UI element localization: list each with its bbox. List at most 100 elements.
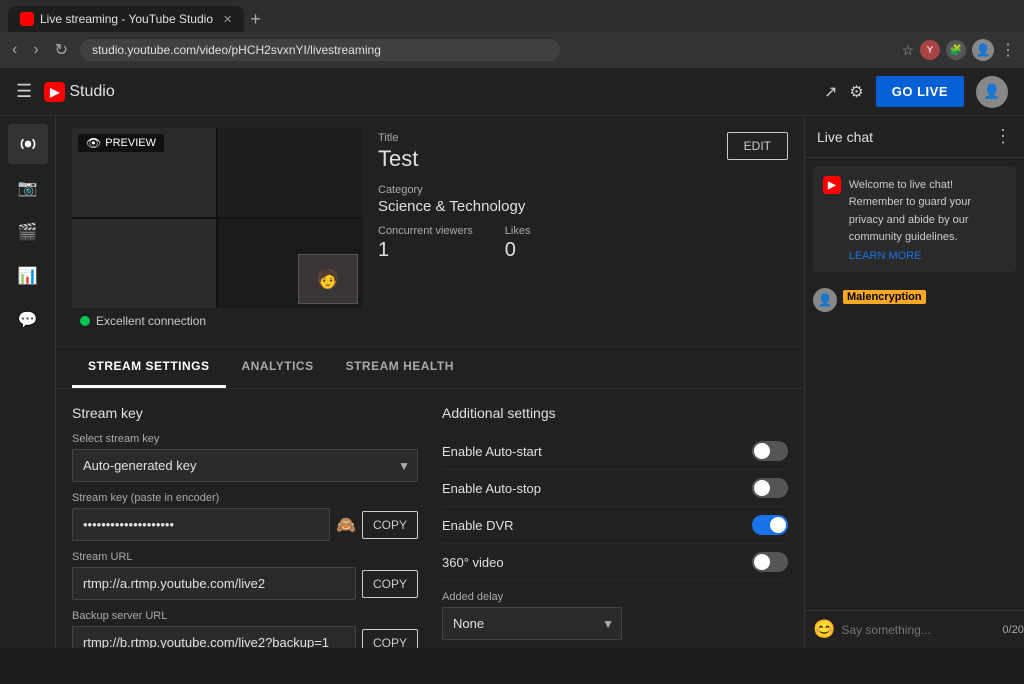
menu-dots-icon[interactable]: ⋮ [1000,40,1016,60]
back-button[interactable]: ‹ [8,39,21,61]
stream-key-select[interactable]: Auto-generated key [72,449,418,482]
stream-info: Title Test EDIT Category Science & Techn… [378,128,788,334]
tab-analytics[interactable]: ANALYTICS [226,347,330,388]
yt-logo: ▶ Studio [44,82,115,102]
sidebar-item-comments[interactable]: 💬 [8,300,48,340]
eye-icon: 👁 [86,136,101,150]
hamburger-button[interactable]: ☰ [16,81,32,102]
preview-cell-3 [72,219,216,308]
ext-icon-2[interactable]: 🧩 [946,40,966,60]
backup-url-group: Backup server URL COPY [72,610,418,648]
tab-close-icon[interactable]: ✕ [223,13,232,26]
left-column: Stream key Select stream key Auto-genera… [72,405,442,648]
category-label: Category [378,184,788,196]
settings-content: Stream key Select stream key Auto-genera… [56,389,804,648]
connection-dot [80,316,90,326]
360-video-row: 360° video [442,544,788,581]
auto-start-knob [754,443,770,459]
center-content: 👁 PREVIEW 🧑 Excellent connection [56,116,804,648]
stream-url-group: Stream URL COPY [72,551,418,600]
active-tab[interactable]: Live streaming - YouTube Studio ✕ [8,6,244,32]
preview-cell-4: 🧑 [218,219,362,308]
360-knob [754,554,770,570]
share-button[interactable]: ↗ [824,82,837,102]
profile-icon[interactable]: 👤 [972,39,994,61]
auto-start-row: Enable Auto-start [442,433,788,470]
copy-backup-button[interactable]: COPY [362,629,418,649]
toggle-visibility-icon[interactable]: 🙈 [336,515,356,535]
auto-stop-row: Enable Auto-stop [442,470,788,507]
browser-chrome: Live streaming - YouTube Studio ✕ + ‹ › … [0,0,1024,68]
copy-key-button[interactable]: COPY [362,511,418,539]
chat-more-button[interactable]: ⋮ [994,126,1012,147]
message-content: Malencryption [843,288,926,312]
settings-button[interactable]: ⚙ [849,82,863,102]
header-right: ↗ ⚙ GO LIVE 👤 [824,76,1008,108]
preview-cell-2 [218,128,362,217]
stream-key-label: Stream key (paste in encoder) [72,492,418,504]
dvr-toggle[interactable] [752,515,788,535]
main-area: 📷 🎬 📊 💬 👁 PREVIEW [0,116,1024,648]
select-stream-key-group: Select stream key Auto-generated key ▼ [72,433,418,482]
reload-button[interactable]: ↻ [51,38,72,62]
studio-label: Studio [69,83,114,101]
chat-title: Live chat [817,129,873,145]
auto-start-toggle[interactable] [752,441,788,461]
sidebar-item-camera[interactable]: 📷 [8,168,48,208]
dvr-row: Enable DVR [442,507,788,544]
app: ☰ ▶ Studio ↗ ⚙ GO LIVE 👤 📷 🎬 📊 💬 [0,68,1024,648]
sidebar-item-live[interactable] [8,124,48,164]
sidebar-item-content[interactable]: 🎬 [8,212,48,252]
category-value: Science & Technology [378,198,788,215]
stream-url-input[interactable] [72,567,356,600]
delay-select[interactable]: None [442,607,622,640]
new-tab-button[interactable]: + [244,9,267,30]
tab-title: Live streaming - YouTube Studio [40,12,213,26]
auto-stop-knob [754,480,770,496]
preview-text: PREVIEW [105,137,156,149]
copy-url-button[interactable]: COPY [362,570,418,598]
ext-icon-1[interactable]: Y [920,40,940,60]
app-header: ☰ ▶ Studio ↗ ⚙ GO LIVE 👤 [0,68,1024,116]
preview-section: 👁 PREVIEW 🧑 Excellent connection [56,116,804,347]
likes-value: 0 [505,239,531,262]
auto-stop-toggle[interactable] [752,478,788,498]
tab-navigation: STREAM SETTINGS ANALYTICS STREAM HEALTH [56,347,804,389]
bookmark-icon[interactable]: ☆ [901,42,914,59]
preview-label: 👁 PREVIEW [78,134,164,152]
dvr-label: Enable DVR [442,518,514,533]
char-count: 0/200 [1002,624,1024,636]
stream-url-label: Stream URL [72,551,418,563]
title-label: Title [378,132,418,144]
go-live-button[interactable]: GO LIVE [876,76,964,107]
360-label: 360° video [442,555,504,570]
chat-header: Live chat ⋮ [805,116,1024,158]
sidebar: 📷 🎬 📊 💬 [0,116,56,648]
user-avatar[interactable]: 👤 [976,76,1008,108]
viewers-value: 1 [378,239,473,262]
chat-input-area: 😊 0/200 ➤ [805,610,1024,648]
chat-input[interactable] [841,623,996,637]
sidebar-item-analytics[interactable]: 📊 [8,256,48,296]
delay-label: Added delay [442,591,788,603]
address-input[interactable] [80,39,560,61]
address-bar: ‹ › ↻ ☆ Y 🧩 👤 ⋮ [0,32,1024,68]
forward-button[interactable]: › [29,39,42,61]
live-chat-panel: Live chat ⋮ ▶ Welcome to live chat! Reme… [804,116,1024,648]
tab-stream-settings[interactable]: STREAM SETTINGS [72,347,226,388]
auto-stop-label: Enable Auto-stop [442,481,541,496]
welcome-text: Welcome to live chat! Remember to guard … [849,179,971,243]
edit-button[interactable]: EDIT [727,132,788,160]
360-toggle[interactable] [752,552,788,572]
emoji-button[interactable]: 😊 [813,619,835,640]
stream-key-input[interactable] [72,508,330,541]
learn-more-link[interactable]: LEARN MORE [849,250,1006,262]
select-key-label: Select stream key [72,433,418,445]
backup-url-input[interactable] [72,626,356,648]
stream-key-group: Stream key (paste in encoder) 🙈 COPY [72,492,418,541]
message-username: Malencryption [843,290,926,304]
tab-stream-health[interactable]: STREAM HEALTH [330,347,470,388]
chat-messages: 👤 Malencryption [805,280,1024,610]
added-delay-group: Added delay None ▼ [442,591,788,640]
preview-container: 👁 PREVIEW 🧑 Excellent connection [72,128,362,334]
